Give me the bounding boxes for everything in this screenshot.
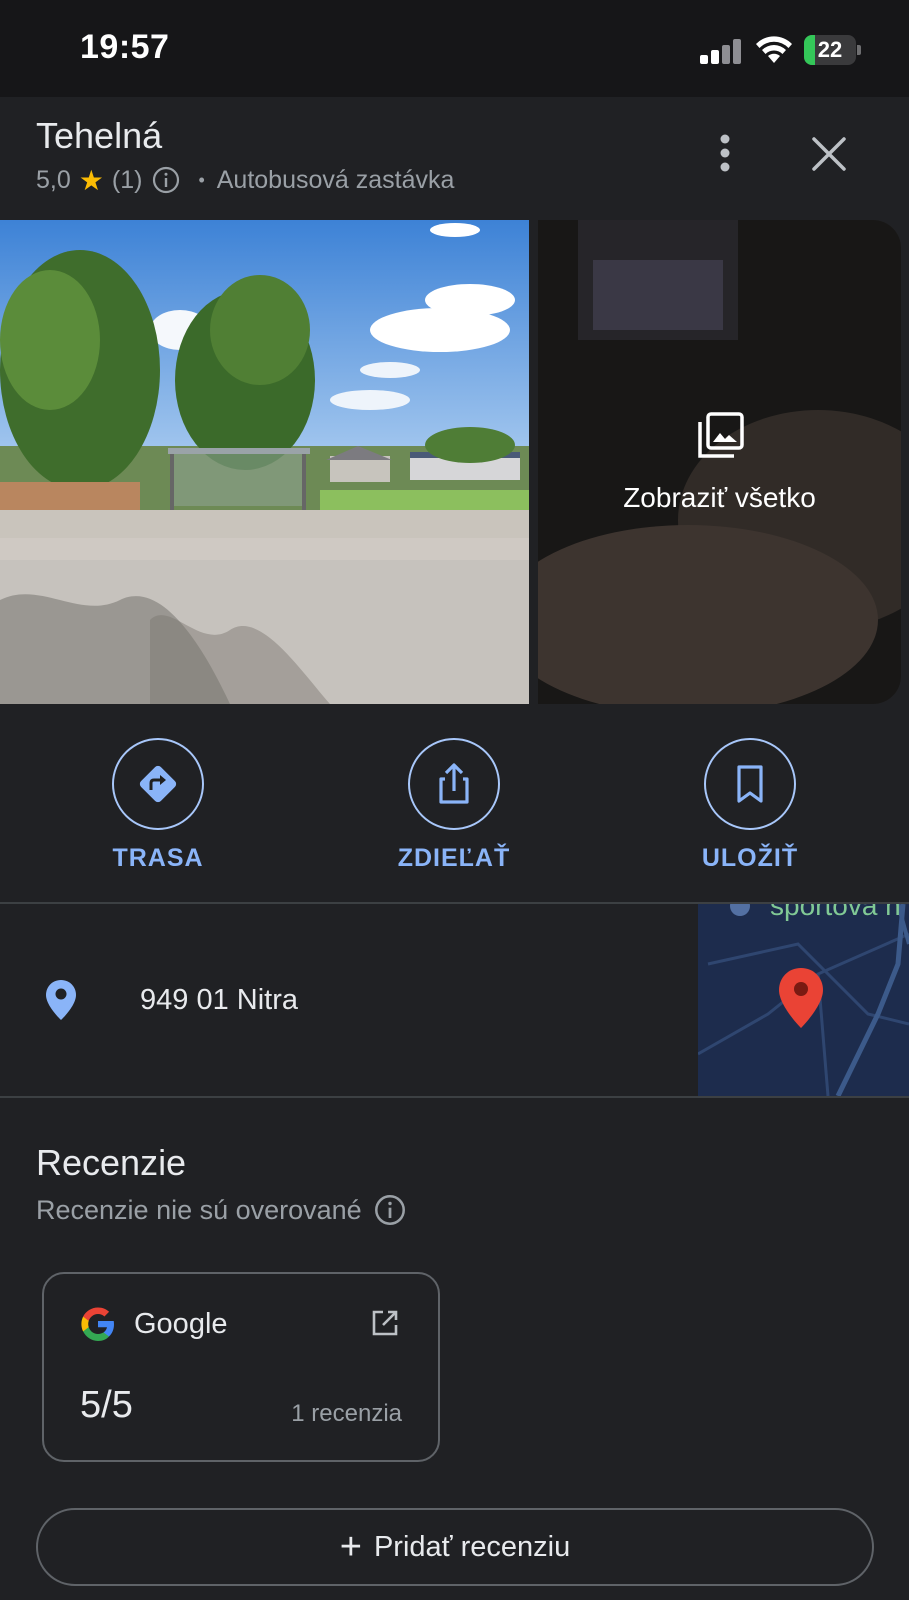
place-category: Autobusová zastávka (216, 165, 455, 194)
location-pin-icon (46, 980, 76, 1020)
map-marker-icon (779, 968, 823, 1028)
review-score: 5/5 (80, 1384, 133, 1426)
share-label: ZDIEĽAŤ (397, 844, 511, 872)
status-bar: 19:57 22 (0, 0, 909, 97)
mini-map[interactable]: športová h (698, 904, 909, 1096)
close-icon[interactable] (806, 131, 852, 177)
view-all-label: Zobraziť všetko (623, 482, 816, 513)
share-icon (439, 763, 469, 804)
star-icon: ★ (78, 164, 104, 196)
place-header: Tehelná 5,0 ★ (1) • Autobusová zastávka (0, 97, 909, 217)
reviews-subtitle-row: Recenzie nie sú overované (36, 1192, 406, 1228)
wifi-icon (756, 36, 792, 63)
google-review-card[interactable]: Google 5/5 1 recenzia (42, 1272, 440, 1462)
save-button[interactable]: ULOŽIŤ (660, 738, 840, 873)
dim-photo-background (538, 220, 901, 704)
directions-button[interactable]: TRASA (68, 738, 248, 873)
view-all-photos-tile[interactable]: Zobraziť všetko (538, 220, 901, 704)
photo-strip: Zobraziť všetko (0, 220, 909, 704)
add-review-label: Pridať recenziu (373, 1530, 571, 1563)
cellular-signal-icon (700, 38, 744, 64)
review-source: Google (134, 1308, 228, 1340)
separator-dot: • (198, 169, 205, 190)
battery-icon: 22 (804, 35, 861, 65)
bookmark-icon (737, 765, 763, 803)
plus-icon: + (339, 1525, 362, 1568)
add-review-button[interactable]: + Pridať recenziu (36, 1508, 874, 1586)
battery-level: 22 (817, 37, 843, 62)
info-icon[interactable] (374, 1194, 406, 1226)
action-bar: TRASA ZDIEĽAŤ ULOŽIŤ (0, 704, 909, 902)
place-meta: 5,0 ★ (1) • Autobusová zastávka (36, 163, 454, 197)
info-icon[interactable] (152, 166, 180, 194)
rating-count[interactable]: (1) (112, 166, 143, 195)
street-view-photo[interactable] (0, 220, 529, 704)
photo-library-icon (698, 412, 744, 458)
status-time: 19:57 (80, 28, 170, 66)
reviews-section: Recenzie Recenzie nie sú overované Googl… (0, 1098, 909, 1600)
address-text: 949 01 Nitra (140, 984, 298, 1016)
directions-label: TRASA (112, 844, 204, 872)
share-button[interactable]: ZDIEĽAŤ (364, 738, 544, 873)
directions-icon (139, 765, 177, 803)
rating-value: 5,0 (36, 165, 71, 194)
more-vert-icon[interactable] (704, 129, 746, 177)
save-label: ULOŽIŤ (701, 844, 799, 872)
place-title: Tehelná (36, 115, 163, 156)
google-logo-icon (81, 1307, 114, 1341)
open-in-new-icon[interactable] (370, 1308, 400, 1338)
reviews-title: Recenzie (36, 1142, 187, 1183)
bus-stop-street-photo (0, 220, 529, 704)
review-count: 1 recenzia (291, 1400, 402, 1427)
address-row[interactable]: 949 01 Nitra športová h (0, 904, 909, 1096)
reviews-subtitle: Recenzie nie sú overované (36, 1194, 362, 1225)
map-label: športová h (770, 904, 901, 921)
